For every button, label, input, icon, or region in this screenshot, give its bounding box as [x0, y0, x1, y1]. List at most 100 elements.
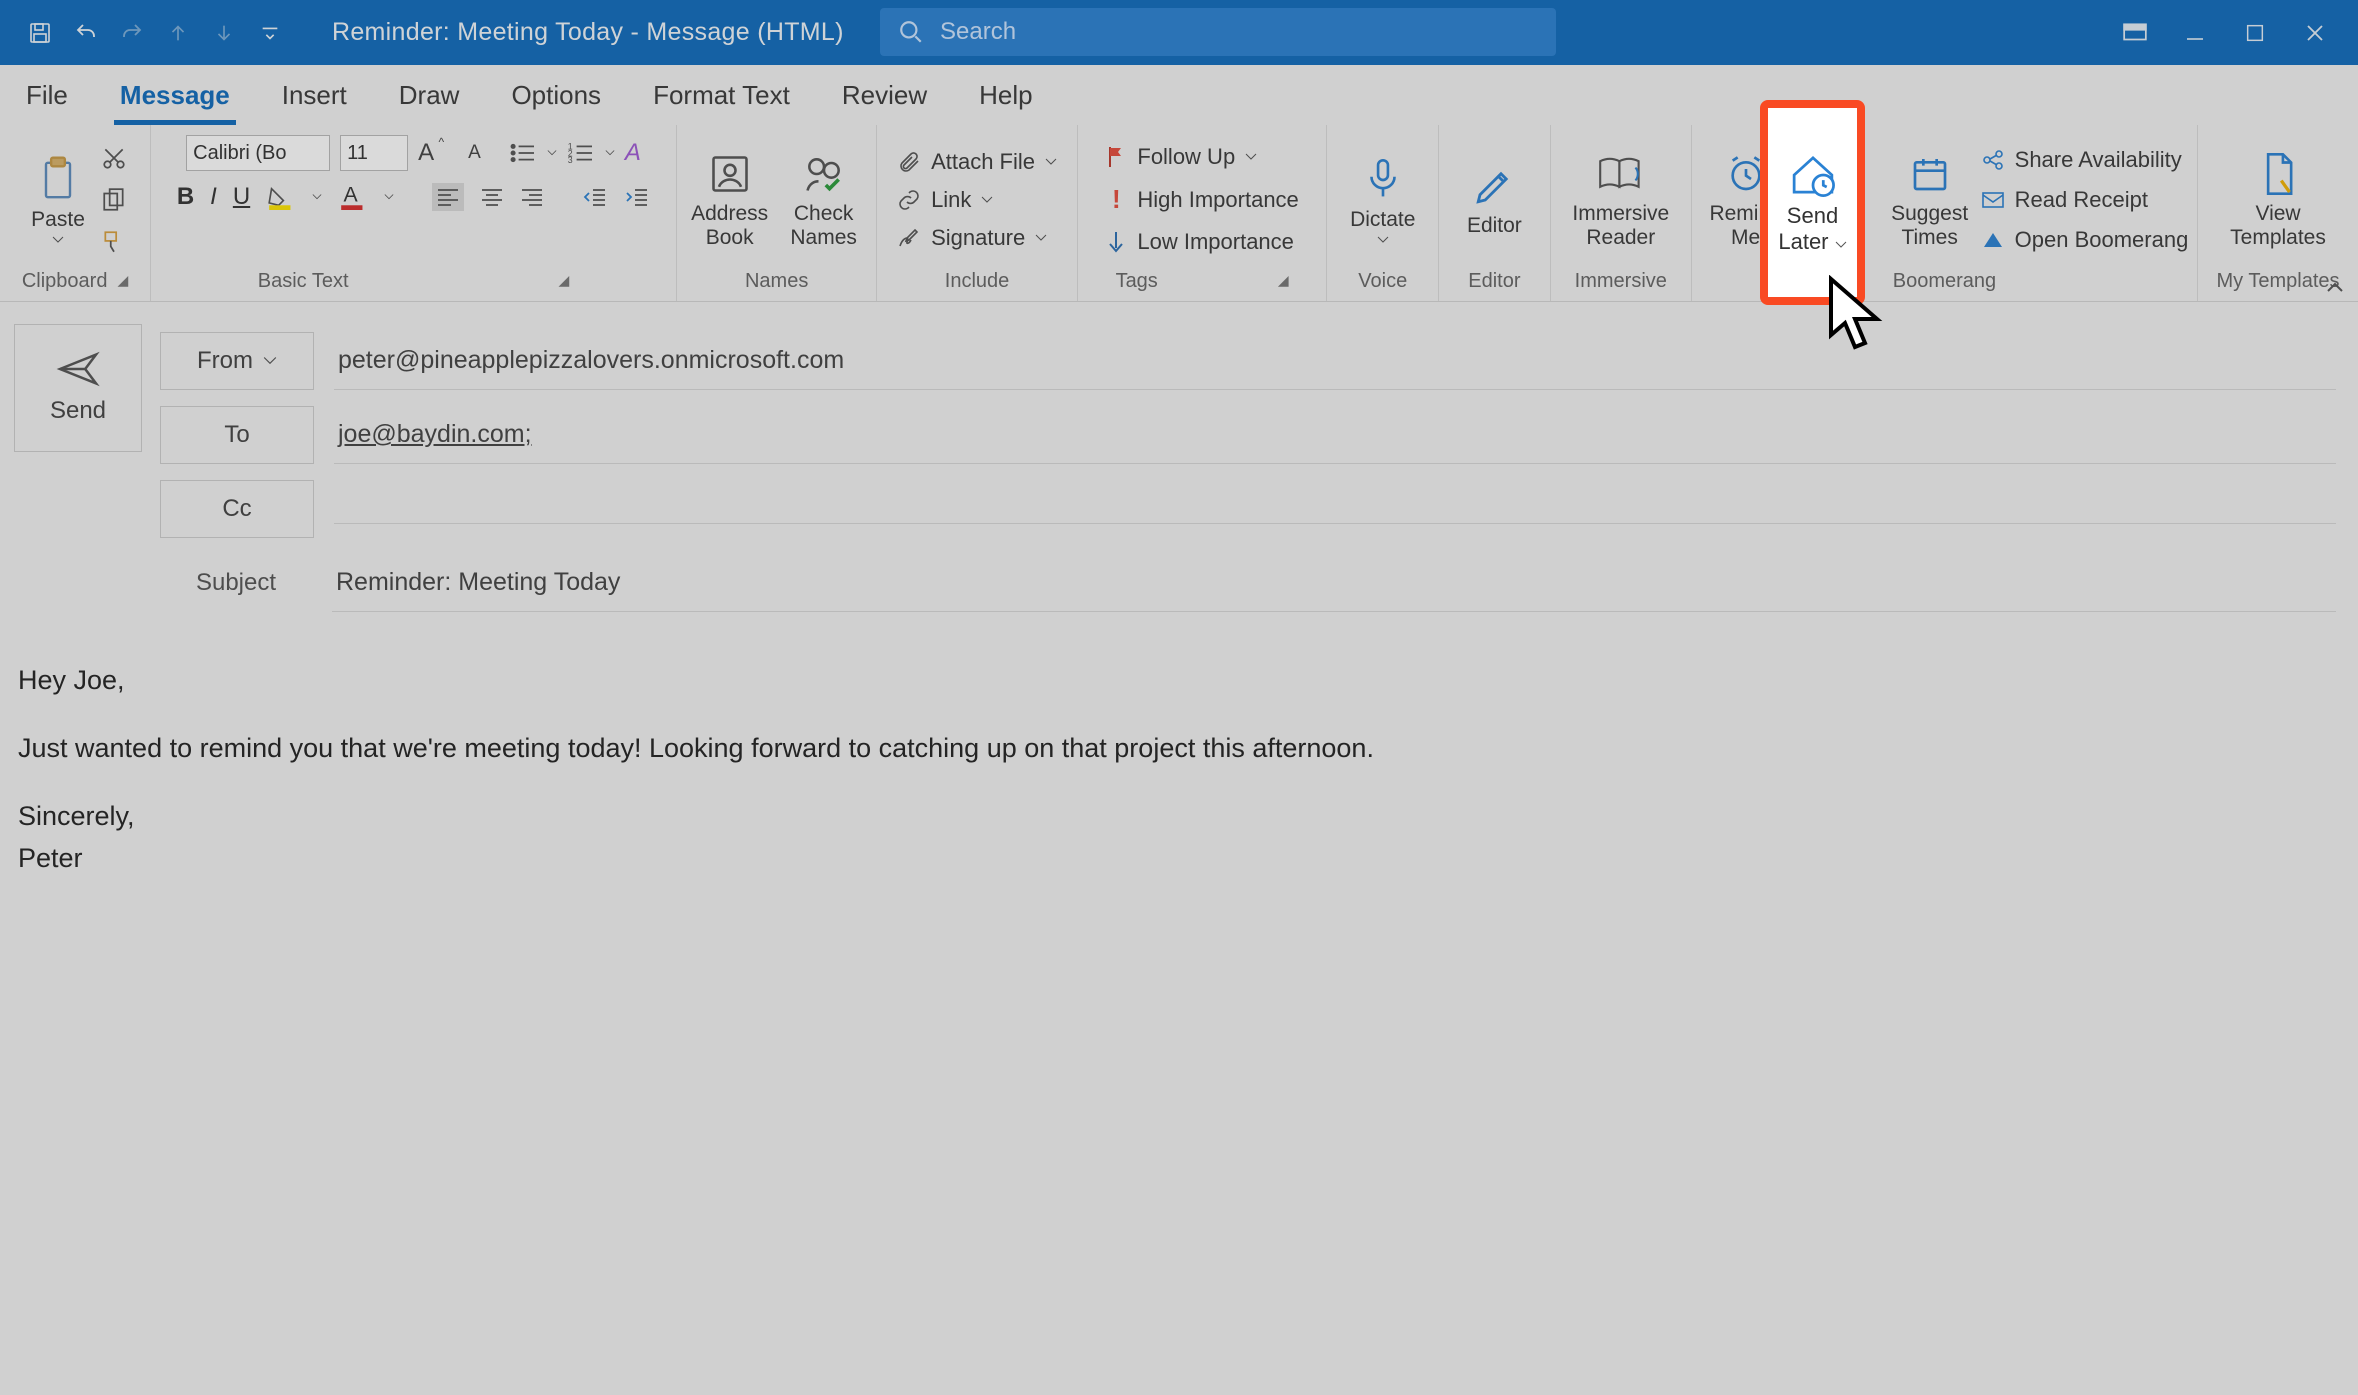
arrow-down-icon: [212, 21, 236, 45]
underline-icon[interactable]: U: [233, 183, 250, 211]
group-my-templates: View Templates My Templates: [2198, 125, 2358, 301]
format-painter-icon[interactable]: [101, 229, 127, 255]
view-templates-button[interactable]: View Templates: [2213, 140, 2343, 260]
align-right-icon[interactable]: [520, 187, 544, 207]
search-icon: [898, 19, 924, 45]
check-names-button[interactable]: Check Names: [779, 140, 869, 260]
italic-icon[interactable]: I: [210, 183, 217, 211]
message-body[interactable]: Hey Joe, Just wanted to remind you that …: [0, 620, 2358, 919]
body-line: Peter: [18, 838, 2340, 880]
cc-value[interactable]: [334, 495, 2336, 524]
editor-icon: [1470, 162, 1518, 210]
cut-icon[interactable]: [101, 145, 127, 171]
to-button[interactable]: To: [160, 406, 314, 464]
align-center-icon[interactable]: [480, 187, 504, 207]
qat-customize-icon[interactable]: [258, 21, 282, 45]
align-left-icon[interactable]: [432, 183, 464, 211]
chevron-down-icon: [1045, 158, 1057, 166]
collapse-ribbon-icon[interactable]: [2326, 281, 2344, 293]
save-icon[interactable]: [28, 21, 52, 45]
group-editor: Editor Editor: [1439, 125, 1551, 301]
clear-format-icon[interactable]: A: [625, 139, 641, 167]
chevron-down-icon[interactable]: [312, 193, 322, 201]
tab-help[interactable]: Help: [973, 70, 1038, 121]
shrink-font-icon[interactable]: A: [468, 142, 481, 164]
group-label-immersive: Immersive: [1575, 270, 1667, 293]
indent-icon[interactable]: [624, 187, 650, 207]
template-icon: [2254, 150, 2302, 198]
body-line: Sincerely,: [18, 796, 2340, 838]
group-names: Address Book Check Names Names: [677, 125, 877, 301]
low-importance-button[interactable]: Low Importance: [1105, 229, 1298, 255]
svg-text:A: A: [344, 184, 359, 207]
tab-message[interactable]: Message: [114, 70, 236, 121]
ribbon-display-icon[interactable]: [2122, 20, 2148, 46]
share-availability-button[interactable]: Share Availability: [1981, 147, 2189, 173]
minimize-icon[interactable]: [2182, 20, 2208, 46]
group-label-editor: Editor: [1468, 270, 1520, 293]
search-box[interactable]: [880, 8, 1556, 56]
chevron-down-icon: [1035, 234, 1047, 242]
read-receipt-button[interactable]: Read Receipt: [1981, 187, 2189, 213]
high-importance-button[interactable]: ! High Importance: [1105, 184, 1298, 215]
suggest-times-button[interactable]: Suggest Times: [1885, 140, 1975, 260]
from-value[interactable]: peter@pineapplepizzalovers.onmicrosoft.c…: [334, 332, 2336, 390]
launcher-icon[interactable]: ◢: [117, 272, 128, 289]
dictate-button[interactable]: Dictate: [1338, 140, 1428, 260]
highlight-icon[interactable]: [266, 184, 296, 210]
paste-button[interactable]: Paste: [23, 140, 93, 260]
tab-insert[interactable]: Insert: [276, 70, 353, 121]
flag-icon: [1105, 145, 1127, 169]
tab-options[interactable]: Options: [505, 70, 607, 121]
chevron-down-icon: [1245, 153, 1257, 161]
send-later-label: Send Later: [1768, 203, 1857, 254]
group-label-boomerang: Boomerang: [1893, 270, 1996, 293]
chevron-down-icon[interactable]: [384, 193, 394, 201]
follow-up-button[interactable]: Follow Up: [1105, 144, 1298, 170]
tab-draw[interactable]: Draw: [393, 70, 466, 121]
ribbon-tabs: File Message Insert Draw Options Format …: [0, 65, 2358, 125]
group-label-include: Include: [945, 270, 1010, 293]
grow-font-icon[interactable]: A^: [418, 139, 434, 167]
subject-value[interactable]: Reminder: Meeting Today: [332, 554, 2336, 612]
copy-icon[interactable]: [101, 187, 127, 213]
from-button[interactable]: From: [160, 332, 314, 390]
undo-icon[interactable]: [74, 21, 98, 45]
clipboard-icon: [34, 156, 82, 204]
title-bar: Reminder: Meeting Today - Message (HTML): [0, 0, 2358, 65]
bullets-icon[interactable]: [509, 142, 537, 164]
boomerang-icon: [1981, 229, 2005, 251]
to-value[interactable]: joe@baydin.com;: [334, 406, 2336, 464]
link-button[interactable]: Link: [897, 187, 1057, 213]
close-icon[interactable]: [2302, 20, 2328, 46]
calendar-icon: [1906, 150, 1954, 198]
open-boomerang-button[interactable]: Open Boomerang: [1981, 227, 2189, 253]
tab-file[interactable]: File: [20, 70, 74, 121]
share-icon: [1981, 149, 2005, 171]
numbering-icon[interactable]: 123: [567, 142, 595, 164]
chevron-down-icon[interactable]: [547, 149, 557, 157]
address-book-button[interactable]: Address Book: [685, 140, 775, 260]
send-later-button[interactable]: Send Later: [1768, 123, 1857, 283]
font-color-icon[interactable]: A: [338, 184, 368, 210]
tab-review[interactable]: Review: [836, 70, 933, 121]
maximize-icon[interactable]: [2242, 20, 2268, 46]
envelope-icon: [1981, 190, 2005, 210]
tab-format-text[interactable]: Format Text: [647, 70, 796, 121]
launcher-icon[interactable]: ◢: [559, 272, 570, 289]
send-button[interactable]: Send: [14, 324, 142, 452]
outdent-icon[interactable]: [582, 187, 608, 207]
signature-icon: [897, 226, 921, 250]
search-input[interactable]: [938, 17, 1538, 47]
book-speaker-icon: [1597, 150, 1645, 198]
font-size-input[interactable]: [340, 135, 408, 171]
bold-icon[interactable]: B: [177, 183, 194, 211]
cc-button[interactable]: Cc: [160, 480, 314, 538]
signature-button[interactable]: Signature: [897, 225, 1057, 251]
font-name-input[interactable]: [186, 135, 330, 171]
chevron-down-icon[interactable]: [605, 149, 615, 157]
attach-file-button[interactable]: Attach File: [897, 149, 1057, 175]
immersive-reader-button[interactable]: Immersive Reader: [1561, 140, 1681, 260]
editor-button[interactable]: Editor: [1449, 140, 1539, 260]
launcher-icon[interactable]: ◢: [1278, 272, 1289, 289]
